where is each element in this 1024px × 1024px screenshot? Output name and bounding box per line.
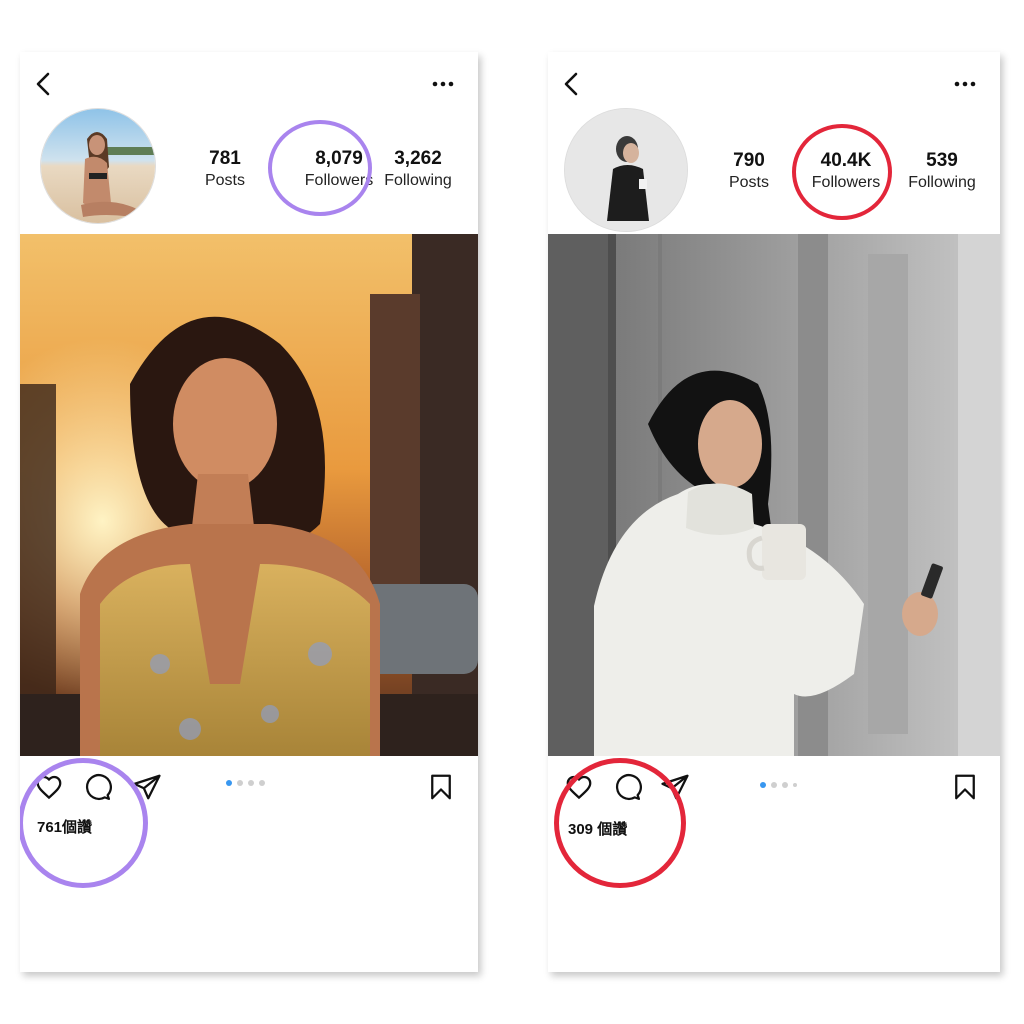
likes-count[interactable]: 761個讚 — [37, 816, 92, 837]
following-label: Following — [384, 172, 452, 189]
bookmark-icon — [431, 774, 451, 800]
chevron-left-icon — [564, 72, 578, 96]
ellipsis-icon — [954, 81, 976, 87]
following-stat[interactable]: 3,262 Following — [363, 148, 473, 192]
carousel-indicator — [760, 782, 797, 788]
posts-label: Posts — [728, 174, 769, 191]
posts-stat[interactable]: 790 Posts — [694, 150, 804, 194]
share-button[interactable] — [132, 772, 162, 802]
chevron-left-icon — [36, 72, 50, 96]
comment-bubble-icon — [615, 774, 642, 800]
share-button[interactable] — [660, 772, 690, 802]
profile-screen-right: 790 Posts 40.4K Followers 539 Following — [548, 52, 1000, 972]
carousel-dot — [259, 780, 265, 786]
more-options-button[interactable] — [430, 74, 456, 94]
post-photo-image — [20, 234, 478, 756]
comment-button[interactable] — [82, 772, 112, 802]
followers-label: Followers — [811, 174, 881, 191]
avatar-photo — [565, 109, 687, 231]
save-button[interactable] — [426, 772, 456, 802]
followers-count: 40.4K — [820, 150, 872, 171]
save-button[interactable] — [950, 772, 980, 802]
carousel-indicator — [226, 780, 265, 786]
posts-label: Posts — [204, 172, 245, 189]
following-label: Following — [908, 174, 976, 191]
following-stat[interactable]: 539 Following — [887, 150, 997, 194]
like-button[interactable] — [564, 772, 594, 802]
carousel-dot — [793, 783, 797, 787]
post-photo-image — [548, 234, 1000, 756]
paper-plane-icon — [661, 774, 689, 800]
avatar[interactable] — [564, 108, 688, 232]
comment-button[interactable] — [612, 772, 642, 802]
back-button[interactable] — [34, 70, 54, 98]
carousel-dot — [226, 780, 232, 786]
following-count: 3,262 — [394, 148, 442, 169]
avatar-photo — [41, 109, 155, 223]
followers-stat[interactable]: 40.4K Followers — [791, 150, 901, 194]
heart-icon — [566, 775, 592, 800]
posts-count: 790 — [733, 150, 765, 171]
avatar[interactable] — [40, 108, 156, 224]
carousel-dot — [782, 782, 788, 788]
post-photo[interactable] — [20, 234, 478, 756]
profile-screen-left: 781 Posts 8,079 Followers 3,262 Followin… — [20, 52, 478, 972]
ellipsis-icon — [432, 81, 454, 87]
like-button[interactable] — [34, 772, 64, 802]
bookmark-icon — [955, 774, 975, 800]
paper-plane-icon — [133, 774, 161, 800]
more-options-button[interactable] — [952, 74, 978, 94]
comment-bubble-icon — [85, 774, 112, 800]
carousel-dot — [248, 780, 254, 786]
back-button[interactable] — [562, 70, 582, 98]
carousel-dot — [237, 780, 243, 786]
carousel-dot — [771, 782, 777, 788]
carousel-dot — [760, 782, 766, 788]
posts-count: 781 — [209, 148, 241, 169]
following-count: 539 — [926, 150, 958, 171]
post-photo[interactable] — [548, 234, 1000, 756]
heart-icon — [36, 775, 62, 800]
likes-count[interactable]: 309 個讚 — [568, 818, 627, 839]
posts-stat[interactable]: 781 Posts — [170, 148, 280, 192]
